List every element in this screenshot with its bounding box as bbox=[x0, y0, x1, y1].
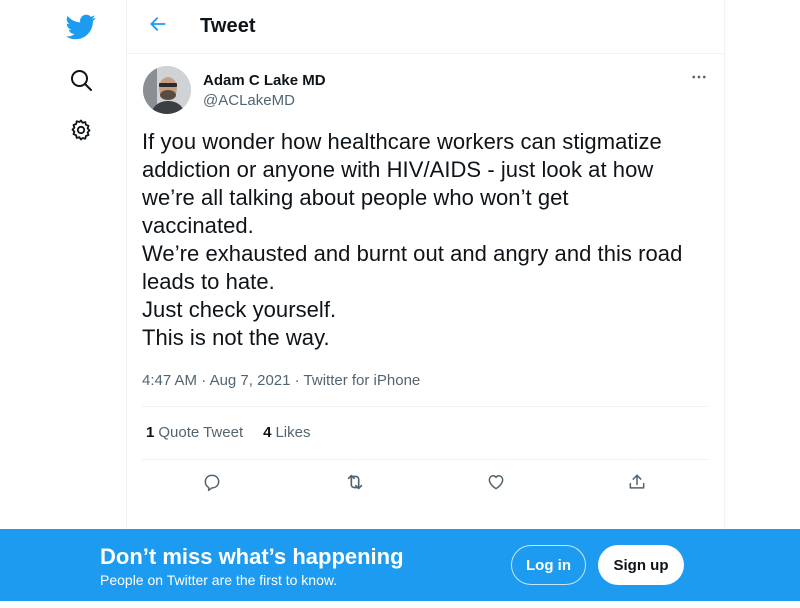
tweet-author: Adam C Lake MD @ACLakeMD bbox=[127, 54, 724, 122]
share-icon bbox=[627, 472, 647, 497]
divider bbox=[142, 459, 708, 460]
user-handle[interactable]: @ACLakeMD bbox=[203, 91, 326, 111]
reply-button[interactable] bbox=[194, 466, 230, 502]
like-label: Likes bbox=[275, 424, 311, 441]
tweet-actions bbox=[142, 466, 708, 502]
more-options-button[interactable] bbox=[684, 64, 714, 94]
like-count: 4 bbox=[263, 424, 272, 441]
meta-separator: · bbox=[290, 372, 304, 389]
likes-stat[interactable]: 4 Likes bbox=[263, 424, 310, 441]
banner-title: Don’t miss what’s happening bbox=[100, 544, 404, 569]
left-nav bbox=[0, 0, 126, 608]
twitter-bird-icon[interactable] bbox=[62, 8, 100, 46]
author-names: Adam C Lake MD @ACLakeMD bbox=[203, 71, 326, 111]
like-button[interactable] bbox=[478, 466, 514, 502]
gear-icon[interactable] bbox=[62, 111, 100, 149]
heart-icon bbox=[486, 472, 506, 497]
tweet-source[interactable]: Twitter for iPhone bbox=[304, 372, 421, 389]
tweet-meta: 4:47 AM · Aug 7, 2021 · Twitter for iPho… bbox=[142, 372, 420, 390]
search-icon[interactable] bbox=[62, 61, 100, 99]
retweet-icon bbox=[344, 471, 366, 498]
quote-tweet-stat[interactable]: 1 Quote Tweet bbox=[146, 424, 243, 441]
quote-label: Quote Tweet bbox=[158, 424, 244, 441]
share-button[interactable] bbox=[619, 466, 655, 502]
back-button[interactable] bbox=[139, 8, 177, 46]
reply-icon bbox=[202, 472, 222, 497]
arrow-left-icon bbox=[148, 14, 168, 39]
tweet-text: If you wonder how healthcare workers can… bbox=[142, 129, 683, 350]
page-bottom bbox=[0, 601, 800, 608]
retweet-button[interactable] bbox=[337, 466, 373, 502]
page-header: Tweet bbox=[127, 0, 724, 54]
page-title: Tweet bbox=[200, 15, 256, 37]
display-name[interactable]: Adam C Lake MD bbox=[203, 71, 326, 91]
tweet-stats: 1 Quote Tweet 4 Likes bbox=[146, 424, 311, 441]
quote-count: 1 bbox=[146, 424, 155, 441]
avatar[interactable] bbox=[143, 66, 191, 114]
divider bbox=[142, 406, 708, 407]
more-dots-icon bbox=[690, 68, 708, 91]
signup-banner: Don’t miss what’s happening People on Tw… bbox=[0, 529, 800, 601]
login-button[interactable]: Log in bbox=[511, 545, 586, 585]
tweet-date[interactable]: Aug 7, 2021 bbox=[210, 372, 291, 389]
tweet-time[interactable]: 4:47 AM bbox=[142, 372, 197, 389]
meta-separator: · bbox=[197, 372, 210, 389]
signup-button[interactable]: Sign up bbox=[598, 545, 684, 585]
banner-subtitle: People on Twitter are the first to know. bbox=[100, 572, 338, 588]
